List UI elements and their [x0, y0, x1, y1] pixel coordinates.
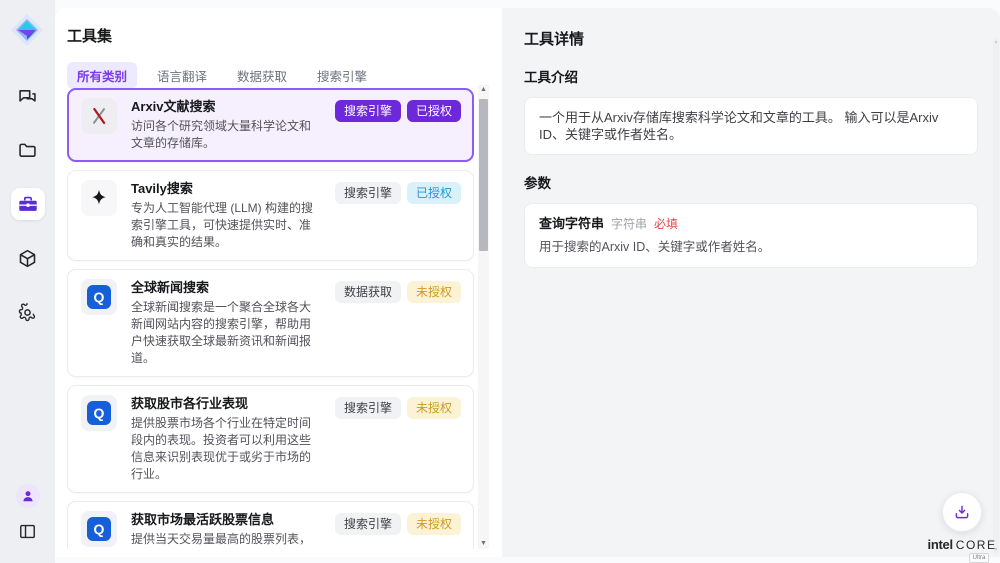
param-type: 字符串 — [611, 216, 647, 233]
intro-text: 一个用于从Arxiv存储库搜索科学论文和文章的工具。 输入可以是Arxiv ID… — [539, 109, 963, 143]
toolset-title: 工具集 — [67, 25, 502, 46]
detail-scrollbar[interactable]: ▲ ▼ — [993, 38, 999, 554]
param-description: 用于搜索的Arxiv ID、关键字或作者姓名。 — [539, 239, 963, 256]
params-heading: 参数 — [524, 172, 978, 192]
app-window: 工具集 所有类别 语言翻译 数据获取 搜索引擎 Arxiv文献搜索 访问各个研究… — [0, 0, 1000, 563]
status-badge: 已授权 — [407, 182, 461, 204]
tab-data-fetch[interactable]: 数据获取 — [227, 62, 297, 89]
tool-title: 全球新闻搜索 — [131, 279, 321, 297]
tool-card-global-news[interactable]: Q 全球新闻搜索 全球新闻搜索是一个聚合全球各大新闻网站内容的搜索引擎，帮助用户… — [67, 269, 474, 377]
tab-translation[interactable]: 语言翻译 — [147, 62, 217, 89]
sidebar-item-package[interactable] — [11, 242, 45, 274]
param-name: 查询字符串 — [539, 215, 604, 232]
brand-intel: intel — [928, 537, 953, 552]
news-search-q-icon: Q — [81, 279, 117, 315]
intel-core-logo: intel core Ultra — [922, 537, 1000, 563]
rail-nav — [0, 80, 55, 328]
toolset-panel: 工具集 所有类别 语言翻译 数据获取 搜索引擎 Arxiv文献搜索 访问各个研究… — [55, 8, 502, 557]
scroll-up-arrow-icon: ▲ — [993, 39, 999, 45]
status-badge: 未授权 — [407, 397, 461, 419]
sidebar-item-toolbox[interactable] — [11, 188, 45, 220]
tool-card-list: Arxiv文献搜索 访问各个研究领域大量科学论文和文章的存储库。 搜索引擎 已授… — [67, 88, 474, 549]
tab-search-engine[interactable]: 搜索引擎 — [307, 62, 377, 89]
brand-ultra-badge: Ultra — [969, 553, 990, 563]
tool-description: 提供股票市场各个行业在特定时间段内的表现。投资者可以利用这些信息来识别表现优于或… — [131, 415, 321, 483]
tavily-star-icon — [81, 180, 117, 216]
app-logo-icon — [9, 12, 45, 48]
sidebar-item-files[interactable] — [11, 134, 45, 166]
category-tabs: 所有类别 语言翻译 数据获取 搜索引擎 — [67, 62, 502, 89]
tool-description: 访问各个研究领域大量科学论文和文章的存储库。 — [131, 118, 321, 152]
sidebar-item-chat[interactable] — [11, 80, 45, 112]
status-badge: 已授权 — [407, 100, 461, 122]
category-badge: 搜索引擎 — [335, 397, 401, 419]
param-box: 查询字符串 字符串 必填 用于搜索的Arxiv ID、关键字或作者姓名。 — [524, 203, 978, 268]
scroll-up-arrow-icon[interactable]: ▲ — [478, 85, 489, 95]
tool-description: 专为人工智能代理 (LLM) 构建的搜索引擎工具，可快速提供实时、准确和真实的结… — [131, 200, 321, 251]
rail-bottom — [0, 484, 55, 541]
tab-all-categories[interactable]: 所有类别 — [67, 62, 137, 89]
stock-search-q-icon: Q — [81, 395, 117, 431]
left-rail — [0, 0, 55, 563]
detail-title: 工具详情 — [524, 28, 978, 49]
tool-description: 全球新闻搜索是一个聚合全球各大新闻网站内容的搜索引擎，帮助用户快速获取全球最新资… — [131, 299, 321, 367]
tool-title: 获取股市各行业表现 — [131, 395, 321, 413]
param-required-label: 必填 — [654, 216, 678, 233]
scroll-down-arrow-icon[interactable]: ▼ — [478, 539, 489, 549]
stock-search-q-icon: Q — [81, 511, 117, 547]
arxiv-icon — [81, 98, 117, 134]
category-badge: 数据获取 — [335, 281, 401, 303]
tool-card-tavily[interactable]: Tavily搜索 专为人工智能代理 (LLM) 构建的搜索引擎工具，可快速提供实… — [67, 170, 474, 261]
brand-core: core — [956, 538, 997, 552]
download-button[interactable] — [942, 492, 982, 532]
intro-heading: 工具介绍 — [524, 66, 978, 86]
tool-title: Tavily搜索 — [131, 180, 321, 198]
tool-title: Arxiv文献搜索 — [131, 98, 321, 116]
tool-card-active-stocks[interactable]: Q 获取市场最活跃股票信息 提供当天交易量最高的股票列表，投资者可以利用这些信息… — [67, 501, 474, 549]
list-scrollbar[interactable]: ▲ ▼ — [478, 85, 489, 549]
status-badge: 未授权 — [407, 281, 461, 303]
category-badge: 搜索引擎 — [335, 100, 401, 122]
intro-box: 一个用于从Arxiv存储库搜索科学论文和文章的工具。 输入可以是Arxiv ID… — [524, 97, 978, 155]
status-badge: 未授权 — [407, 513, 461, 535]
category-badge: 搜索引擎 — [335, 513, 401, 535]
collapse-panel-icon[interactable] — [18, 522, 37, 541]
sidebar-item-settings[interactable] — [11, 296, 45, 328]
scrollbar-thumb[interactable] — [479, 99, 488, 251]
tool-detail-panel: 工具详情 工具介绍 一个用于从Arxiv存储库搜索科学论文和文章的工具。 输入可… — [502, 8, 1000, 557]
tool-card-sector-performance[interactable]: Q 获取股市各行业表现 提供股票市场各个行业在特定时间段内的表现。投资者可以利用… — [67, 385, 474, 493]
user-avatar[interactable] — [16, 484, 40, 508]
category-badge: 搜索引擎 — [335, 182, 401, 204]
tool-title: 获取市场最活跃股票信息 — [131, 511, 321, 529]
tool-card-arxiv[interactable]: Arxiv文献搜索 访问各个研究领域大量科学论文和文章的存储库。 搜索引擎 已授… — [67, 88, 474, 162]
tool-description: 提供当天交易量最高的股票列表，投资者可以利用这些信息来识别流动性强的股票和潜在的… — [131, 531, 321, 549]
